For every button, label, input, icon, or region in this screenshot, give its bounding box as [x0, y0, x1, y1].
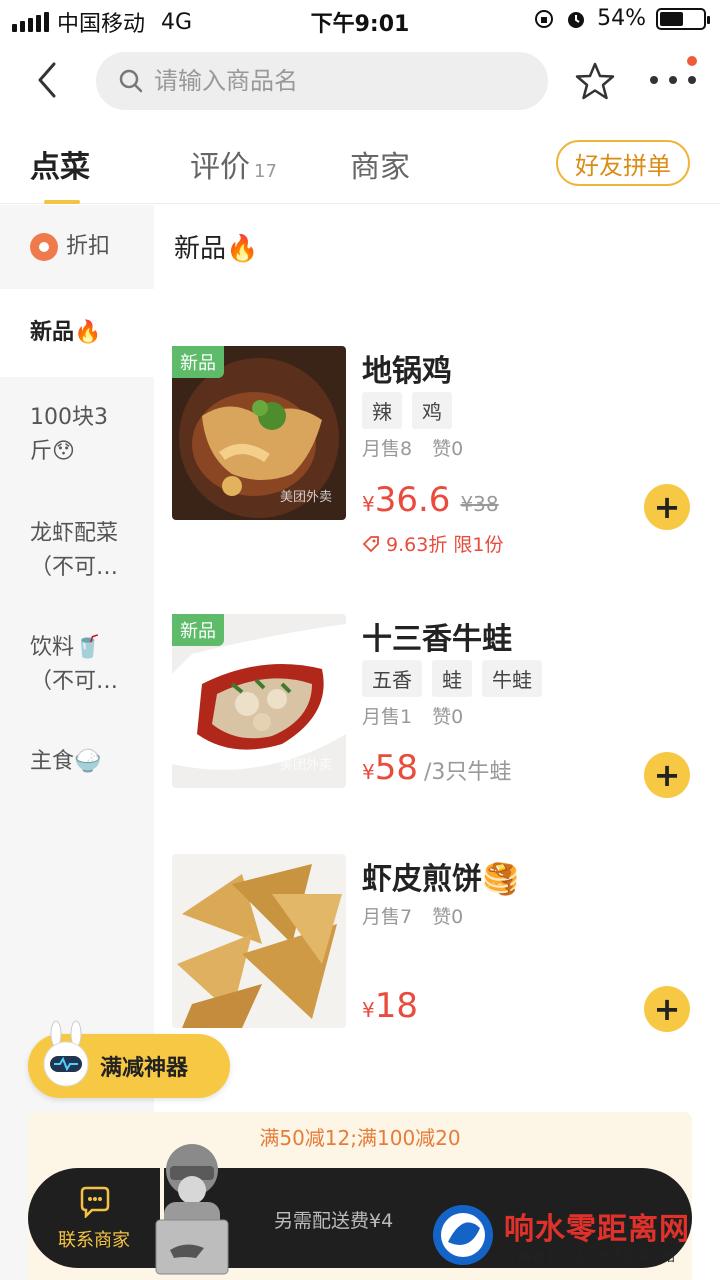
product-price: ¥18	[362, 986, 418, 1026]
tab-active-indicator	[44, 200, 80, 204]
monthly-sales: 月售7	[362, 906, 413, 928]
product-card[interactable]: 新品 美团外卖 地锅鸡 辣 鸡 月售8 赞0 ¥36.6 ¥38 9.63折 限1份…	[172, 346, 702, 556]
site-slogan: 了解响水，从响水零距离开始	[506, 1250, 676, 1265]
new-badge: 新品	[172, 614, 224, 646]
product-name: 虾皮煎饼🥞	[362, 862, 520, 897]
product-card[interactable]: 虾皮煎饼🥞 月售7 赞0 ¥18 +	[172, 854, 702, 1034]
product-image[interactable]	[172, 854, 346, 1028]
header	[0, 40, 720, 120]
search-input[interactable]	[152, 66, 512, 96]
sidebar-item-label: 100块3斤😯	[30, 405, 108, 464]
likes-count: 赞0	[432, 906, 464, 928]
section-title: 新品🔥	[174, 234, 259, 264]
product-tags: 五香 蛙 牛蛙	[362, 660, 542, 697]
currency-symbol: ¥	[362, 998, 375, 1022]
sidebar-item-label: 龙虾配菜（不可…	[30, 521, 119, 580]
monthly-sales: 月售8	[362, 438, 413, 460]
product-tag: 鸡	[412, 392, 452, 429]
image-watermark: 美团外卖	[280, 758, 333, 773]
tab-order-label: 点菜	[30, 150, 90, 185]
sidebar-item-drinks[interactable]: 饮料🥤（不可…	[0, 631, 130, 699]
product-tags: 辣 鸡	[362, 392, 452, 429]
sidebar-item-label: 折扣	[66, 234, 111, 259]
tab-reviews-label: 评价	[190, 150, 250, 185]
delivery-rider-icon	[155, 1144, 229, 1275]
sidebar-item-label: 饮料🥤（不可…	[30, 635, 119, 694]
rotation-lock-icon	[535, 9, 554, 28]
tab-merchant[interactable]: 商家	[350, 142, 410, 186]
sidebar-item-100-for-3[interactable]: 100块3斤😯	[0, 401, 112, 469]
sidebar-item-discount[interactable]: 折扣	[0, 205, 154, 289]
price-value: 18	[374, 986, 418, 1026]
tab-reviews[interactable]: 评价 17	[190, 142, 277, 186]
monthly-sales: 月售1	[362, 706, 413, 728]
sidebar-item-label: 新品🔥	[30, 320, 102, 345]
site-name: 响水零距离网	[504, 1212, 690, 1247]
notification-dot	[687, 56, 697, 66]
tab-reviews-count: 17	[254, 161, 277, 182]
delivery-fee-text: 另需配送费¥4	[274, 1210, 394, 1232]
battery-fill	[660, 11, 683, 26]
tab-order[interactable]: 点菜	[30, 142, 90, 186]
tab-merchant-label: 商家	[350, 150, 410, 185]
discount-tag-icon	[30, 233, 58, 261]
tab-bar: 点菜 评价 17 商家 好友拼单	[0, 120, 720, 204]
alarm-icon	[568, 11, 585, 28]
sidebar-item-label: 主食🍚	[30, 749, 102, 774]
group-order-button[interactable]: 好友拼单	[556, 140, 690, 186]
battery-percent: 54%	[597, 6, 646, 31]
back-arrow-icon[interactable]	[30, 58, 66, 102]
discount-helper-button[interactable]: 满减神器	[28, 1020, 230, 1098]
plus-icon: +	[653, 990, 681, 1028]
sidebar-item-staple[interactable]: 主食🍚	[0, 745, 154, 779]
contact-merchant-button[interactable]: 联系商家	[28, 1168, 160, 1268]
product-stats: 月售8 赞0	[362, 434, 463, 461]
search-box[interactable]	[96, 52, 548, 110]
product-stats: 月售7 赞0	[362, 902, 463, 929]
chat-bubble-icon	[80, 1186, 110, 1218]
new-badge: 新品	[172, 346, 224, 378]
more-options-icon[interactable]	[648, 68, 698, 92]
search-icon	[119, 69, 143, 93]
product-tag: 牛蛙	[482, 660, 542, 697]
contact-merchant-label: 联系商家	[58, 1230, 130, 1251]
product-tag: 蛙	[432, 660, 472, 697]
status-bar: 中国移动 4G 下午9:01 54%	[0, 0, 720, 40]
product-name: 十三香牛蛙	[362, 622, 512, 657]
sidebar-item-crayfish-sides[interactable]: 龙虾配菜（不可…	[0, 517, 130, 585]
favorite-star-icon[interactable]	[574, 60, 616, 102]
site-logo-icon	[433, 1205, 493, 1265]
product-name: 地锅鸡	[362, 354, 452, 389]
likes-count: 赞0	[432, 438, 464, 460]
discount-banner-text: 满50减12;满100减20	[259, 1126, 461, 1150]
robot-bunny-icon	[43, 1020, 89, 1087]
add-to-cart-button[interactable]: +	[644, 986, 690, 1032]
sidebar-item-new[interactable]: 新品🔥	[0, 289, 154, 377]
product-stats: 月售1 赞0	[362, 702, 463, 729]
battery-icon	[656, 7, 710, 30]
image-watermark: 美团外卖	[280, 490, 333, 505]
product-card[interactable]: 新品 美团外卖 十三香牛蛙 五香 蛙 牛蛙 月售1 赞0 ¥58/3只牛蛙 +	[172, 614, 702, 798]
likes-count: 赞0	[432, 706, 464, 728]
product-tag: 辣	[362, 392, 402, 429]
discount-helper-label: 满减神器	[100, 1056, 189, 1081]
product-tag: 五香	[362, 660, 422, 697]
site-watermark: 响水零距离网 了解响水，从响水零距离开始	[430, 1196, 720, 1280]
